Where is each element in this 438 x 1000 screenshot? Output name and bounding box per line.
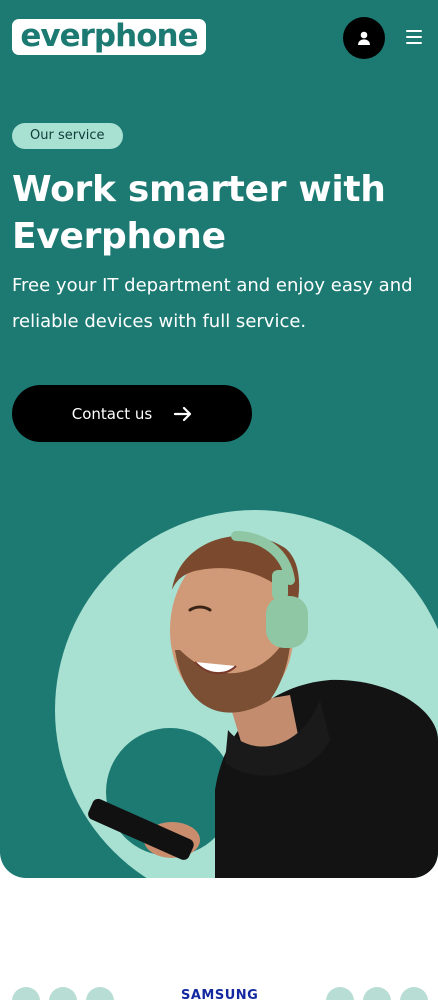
account-button[interactable] [343, 17, 385, 59]
partner-logo-placeholder [49, 987, 77, 1000]
hero-illustration [55, 510, 438, 878]
subtext-line-2: reliable devices with full service. [12, 311, 307, 332]
arrow-right-icon [174, 406, 192, 421]
partner-logo-placeholder [12, 987, 40, 1000]
user-icon [358, 31, 370, 45]
page-title: Work smarter with Everphone [12, 166, 432, 260]
hero-subtext: Free your IT department and enjoy easy a… [12, 268, 427, 340]
hamburger-menu-icon[interactable] [406, 30, 422, 44]
headline-line-2: Everphone [12, 216, 226, 257]
partner-logo-placeholder [86, 987, 114, 1000]
contact-us-button[interactable]: Contact us [12, 385, 252, 442]
everphone-logo[interactable]: everphone [12, 18, 206, 55]
partner-logo-placeholder [363, 987, 391, 1000]
headline-line-1: Work smarter with [12, 169, 386, 210]
contact-us-label: Contact us [71, 404, 153, 423]
partners-strip: SAMSUNG [0, 960, 438, 1000]
samsung-logo: SAMSUNG [181, 988, 259, 1000]
service-tag: Our service [12, 123, 123, 149]
hero-section: everphone Our service Work smarter with … [0, 0, 438, 878]
partner-logo-placeholder [400, 987, 428, 1000]
partner-logo-placeholder [326, 987, 354, 1000]
subtext-line-1: Free your IT department and enjoy easy a… [12, 275, 413, 296]
